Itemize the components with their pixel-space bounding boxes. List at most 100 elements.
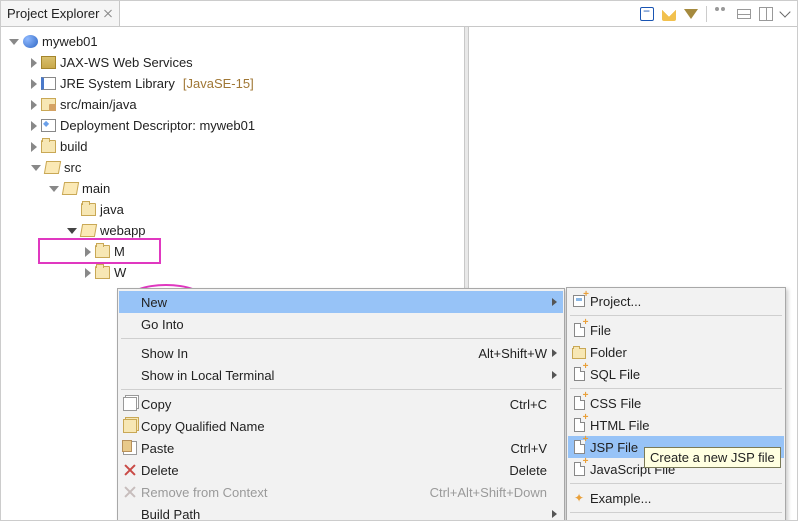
tree-node-w[interactable]: W xyxy=(9,262,797,283)
tree-node-java[interactable]: java xyxy=(9,199,797,220)
chevron-down-icon[interactable] xyxy=(31,165,41,171)
menu-label: Copy Qualified Name xyxy=(141,419,563,434)
menu-separator xyxy=(121,389,561,390)
remove-icon xyxy=(123,485,137,499)
html-file-icon xyxy=(574,418,585,432)
minimize-icon[interactable] xyxy=(737,9,751,19)
chevron-right-icon[interactable] xyxy=(31,121,37,131)
close-icon[interactable] xyxy=(103,9,113,19)
tree-label: myweb01 xyxy=(42,34,98,49)
maximize-icon[interactable] xyxy=(759,7,773,21)
tree-label: W xyxy=(114,265,126,280)
menu-label: Copy xyxy=(141,397,510,412)
deployment-descriptor-icon xyxy=(41,119,56,132)
twisty-none xyxy=(67,205,77,215)
menu-accel: Ctrl+Alt+Shift+Down xyxy=(430,485,563,500)
project-explorer-tab[interactable]: Project Explorer xyxy=(1,1,120,26)
menu-item-new-folder[interactable]: Folder xyxy=(568,341,784,363)
tooltip: Create a new JSP file xyxy=(644,447,781,468)
context-menu: New Go Into Show In Alt+Shift+W Show in … xyxy=(117,288,565,521)
collapse-all-icon[interactable] xyxy=(640,7,654,21)
chevron-right-icon[interactable] xyxy=(31,79,37,89)
menu-item-show-in[interactable]: Show In Alt+Shift+W xyxy=(119,342,563,364)
chevron-down-icon[interactable] xyxy=(49,186,59,192)
tab-title: Project Explorer xyxy=(7,6,99,21)
folder-icon xyxy=(81,203,96,216)
view-toolbar xyxy=(632,1,797,26)
chevron-right-icon[interactable] xyxy=(31,142,37,152)
menu-separator xyxy=(570,315,782,316)
tree-node-main[interactable]: main xyxy=(9,178,797,199)
chevron-right-icon[interactable] xyxy=(85,268,91,278)
library-icon xyxy=(41,77,56,90)
menu-label: Folder xyxy=(590,345,784,360)
menu-label: File xyxy=(590,323,784,338)
copy-icon xyxy=(123,397,137,411)
menu-item-new-html[interactable]: HTML File xyxy=(568,414,784,436)
chevron-right-icon[interactable] xyxy=(31,100,37,110)
menu-item-copy[interactable]: Copy Ctrl+C xyxy=(119,393,563,415)
tree-node-dd[interactable]: Deployment Descriptor: myweb01 xyxy=(9,115,797,136)
focus-task-icon[interactable] xyxy=(715,7,729,21)
menu-item-new-sql[interactable]: SQL File xyxy=(568,363,784,385)
folder-icon xyxy=(95,266,110,279)
menu-separator xyxy=(570,512,782,513)
menu-accel: Ctrl+V xyxy=(511,441,563,456)
copy-qualified-icon xyxy=(123,419,137,433)
sql-file-icon xyxy=(574,367,585,381)
tree-label: src xyxy=(64,160,81,175)
tree-label: java xyxy=(100,202,124,217)
tree-label: Deployment Descriptor: myweb01 xyxy=(60,118,255,133)
menu-item-local-terminal[interactable]: Show in Local Terminal xyxy=(119,364,563,386)
delete-icon xyxy=(123,463,137,477)
tree-node-srcmainjava[interactable]: src/main/java xyxy=(9,94,797,115)
file-icon xyxy=(574,323,585,337)
tree-label: JRE System Library xyxy=(60,76,175,91)
menu-item-delete[interactable]: Delete Delete xyxy=(119,459,563,481)
view-menu-icon[interactable] xyxy=(779,6,790,17)
project-icon xyxy=(573,295,585,307)
menu-label: SQL File xyxy=(590,367,784,382)
link-with-editor-icon[interactable] xyxy=(662,7,676,21)
css-file-icon xyxy=(574,396,585,410)
tree-node-jre[interactable]: JRE System Library [JavaSE-15] xyxy=(9,73,797,94)
submenu-arrow-icon xyxy=(552,298,557,306)
menu-label: Remove from Context xyxy=(141,485,430,500)
menu-label: Project... xyxy=(590,294,784,309)
menu-item-copy-qualified[interactable]: Copy Qualified Name xyxy=(119,415,563,437)
tree-node-src[interactable]: src xyxy=(9,157,797,178)
tree-node-build[interactable]: build xyxy=(9,136,797,157)
menu-item-new-other[interactable]: ✦ Other... Ctrl+N xyxy=(568,516,784,521)
folder-open-icon xyxy=(44,161,61,174)
toolbar-separator xyxy=(706,6,707,22)
tree-label: webapp xyxy=(100,223,146,238)
menu-accel: Alt+Shift+W xyxy=(478,346,563,361)
chevron-right-icon[interactable] xyxy=(31,58,37,68)
menu-item-go-into[interactable]: Go Into xyxy=(119,313,563,335)
menu-item-build-path[interactable]: Build Path xyxy=(119,503,563,521)
menu-item-new-file[interactable]: File xyxy=(568,319,784,341)
menu-label: Show In xyxy=(141,346,478,361)
tree-node-jaxws[interactable]: JAX-WS Web Services xyxy=(9,52,797,73)
tree-label: src/main/java xyxy=(60,97,137,112)
example-icon: ✦ xyxy=(572,491,586,505)
chevron-down-icon[interactable] xyxy=(9,39,19,45)
tree-qualifier: [JavaSE-15] xyxy=(183,76,254,91)
chevron-down-icon[interactable] xyxy=(67,228,77,234)
submenu-arrow-icon xyxy=(552,510,557,518)
menu-separator xyxy=(570,483,782,484)
menu-separator xyxy=(121,338,561,339)
menu-item-new-example[interactable]: ✦ Example... xyxy=(568,487,784,509)
annotation-rect-webapp xyxy=(38,238,161,264)
menu-accel: Ctrl+C xyxy=(510,397,563,412)
menu-item-new-css[interactable]: CSS File xyxy=(568,392,784,414)
folder-open-icon xyxy=(62,182,79,195)
view-tabbar: Project Explorer xyxy=(1,1,797,27)
menu-item-new-project[interactable]: Project... xyxy=(568,290,784,312)
menu-item-paste[interactable]: Paste Ctrl+V xyxy=(119,437,563,459)
menu-label: HTML File xyxy=(590,418,784,433)
menu-label: Go Into xyxy=(141,317,563,332)
tree-node-project[interactable]: myweb01 xyxy=(9,31,797,52)
menu-item-new[interactable]: New xyxy=(119,291,563,313)
filter-icon[interactable] xyxy=(684,9,698,19)
